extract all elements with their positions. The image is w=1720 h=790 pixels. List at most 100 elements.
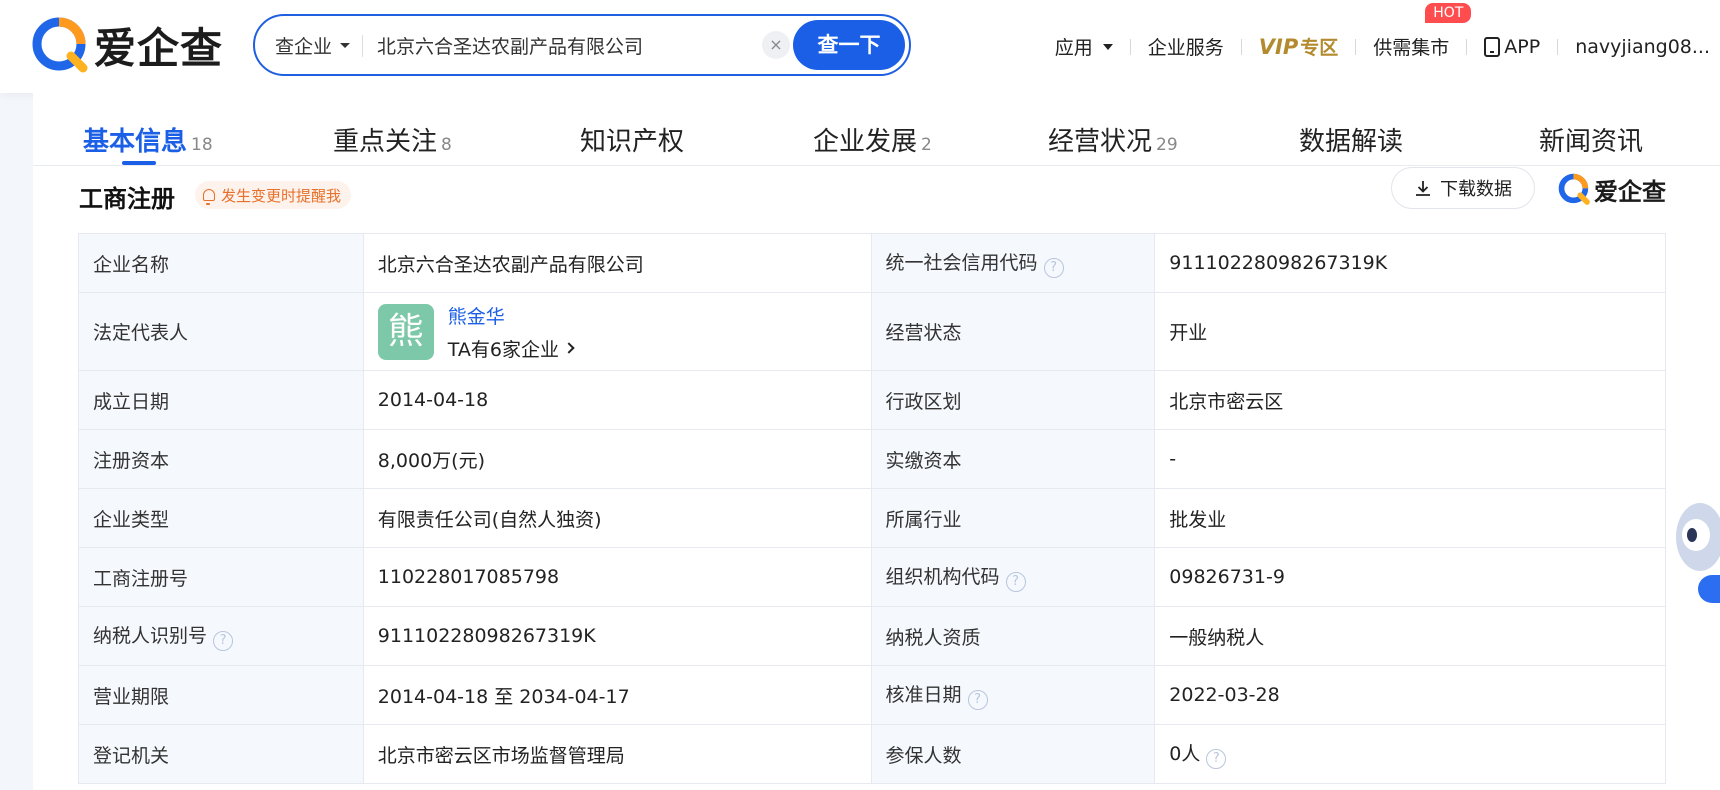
download-data-button[interactable]: 下载数据 — [1391, 167, 1535, 209]
table-row: 企业类型 有限责任公司(自然人独资) 所属行业 批发业 — [78, 488, 1666, 548]
tab-count: 8 — [441, 135, 452, 155]
paid-capital-value: - — [1154, 429, 1666, 489]
nav-apps[interactable]: 应用 — [1055, 33, 1113, 60]
active-tab-indicator — [122, 161, 156, 165]
insured-label: 参保人数 — [870, 724, 1156, 784]
tab-count: 29 — [1156, 135, 1178, 155]
hot-badge: HOT — [1425, 3, 1472, 23]
brand-text: 爱企查 — [1594, 177, 1666, 206]
avatar[interactable]: 熊 — [377, 303, 434, 360]
region-value: 北京市密云区 — [1154, 370, 1666, 430]
insured-cell: 0人? — [1154, 724, 1666, 784]
tab-development[interactable]: 企业发展 2 — [813, 121, 932, 158]
user-menu[interactable]: navyjiang08... — [1575, 36, 1710, 58]
question-icon[interactable]: ? — [213, 631, 234, 651]
search-button[interactable]: 查一下 — [793, 20, 905, 70]
founded-value: 2014-04-18 — [362, 370, 872, 430]
term-label: 营业期限 — [78, 665, 364, 725]
type-value: 有限责任公司(自然人独资) — [362, 488, 872, 548]
clear-icon[interactable]: × — [762, 31, 790, 59]
tab-news[interactable]: 新闻资讯 — [1539, 121, 1643, 158]
nav-vip-zone[interactable]: VIP 专区 — [1259, 33, 1338, 60]
tab-label: 数据解读 — [1299, 127, 1404, 157]
org-code-value: 09826731-9 — [1154, 547, 1666, 607]
divider — [362, 35, 363, 57]
reg-no-value: 110228017085798 — [362, 547, 872, 607]
divider — [1466, 38, 1468, 55]
tab-label: 经营状况 — [1048, 127, 1153, 157]
nav-enterprise-services-label: 企业服务 — [1147, 37, 1224, 59]
taxpayer-qual-label: 纳税人资质 — [870, 606, 1156, 666]
credit-code-label: 统一社会信用代码 — [885, 252, 1038, 274]
paid-capital-label: 实缴资本 — [870, 429, 1156, 489]
search-input[interactable] — [377, 16, 777, 74]
top-nav: 应用 企业服务 VIP 专区 供需集市 HOT APP navyjiang08.… — [1055, 0, 1710, 93]
table-row: 企业名称 北京六合圣达农副产品有限公司 统一社会信用代码? 9111022809… — [78, 233, 1666, 293]
capital-value: 8,000万(元) — [362, 429, 872, 489]
question-icon[interactable]: ? — [1043, 258, 1064, 278]
caret-down-icon — [1102, 43, 1113, 50]
phone-icon — [1484, 36, 1501, 57]
nav-enterprise-services[interactable]: 企业服务 — [1148, 33, 1224, 60]
status-label: 经营状态 — [870, 292, 1156, 371]
question-icon[interactable]: ? — [1206, 749, 1227, 769]
search-type-dropdown[interactable]: 查企业 — [275, 16, 351, 74]
nav-app[interactable]: APP — [1484, 36, 1540, 58]
tab-data-analysis[interactable]: 数据解读 — [1299, 121, 1403, 158]
related-companies-label: TA有6家企业 — [447, 338, 559, 361]
tab-basic-info[interactable]: 基本信息 18 — [83, 121, 213, 158]
tab-ip[interactable]: 知识产权 — [580, 121, 684, 158]
chevron-right-icon — [563, 342, 575, 354]
approval-label-cell: 核准日期? — [870, 665, 1156, 725]
legal-rep-cell: 熊 熊金华 TA有6家企业 — [362, 292, 872, 371]
site-logo[interactable]: 爱企查 — [30, 14, 223, 76]
legal-rep-name-link[interactable]: 熊金华 — [448, 302, 573, 329]
table-row: 登记机关 北京市密云区市场监督管理局 参保人数 0人? — [78, 724, 1666, 784]
table-row: 营业期限 2014-04-18 至 2034-04-17 核准日期? 2022-… — [78, 665, 1666, 725]
bell-icon — [203, 189, 215, 205]
table-row: 工商注册号 110228017085798 组织机构代码? 09826731-9 — [78, 547, 1666, 607]
company-name-value: 北京六合圣达农副产品有限公司 — [362, 233, 872, 293]
registration-table: 企业名称 北京六合圣达农副产品有限公司 统一社会信用代码? 9111022809… — [78, 233, 1666, 784]
divider — [1129, 38, 1131, 55]
taxpayer-id-value: 91110228098267319K — [362, 606, 872, 666]
company-name-label: 企业名称 — [78, 233, 364, 293]
org-code-label-cell: 组织机构代码? — [870, 547, 1156, 607]
taxpayer-qual-value: 一般纳税人 — [1154, 606, 1666, 666]
search-box: 查企业 × 查一下 — [253, 14, 911, 76]
question-icon[interactable]: ? — [1005, 572, 1026, 592]
remind-label: 发生变更时提醒我 — [221, 186, 342, 205]
change-remind-button[interactable]: 发生变更时提醒我 — [195, 181, 352, 209]
download-icon — [1416, 181, 1430, 196]
tab-operations[interactable]: 经营状况 29 — [1048, 121, 1178, 158]
search-type-label: 查企业 — [275, 35, 333, 58]
founded-label: 成立日期 — [78, 370, 364, 430]
nav-market[interactable]: 供需集市 HOT — [1373, 3, 1472, 60]
tab-label: 基本信息 — [83, 127, 188, 157]
question-icon[interactable]: ? — [967, 690, 988, 710]
industry-label: 所属行业 — [870, 488, 1156, 548]
nav-market-label: 供需集市 — [1373, 37, 1450, 59]
vip-zone-label: 专区 — [1300, 37, 1339, 59]
industry-value: 批发业 — [1154, 488, 1666, 548]
credit-code-label-cell: 统一社会信用代码? — [870, 233, 1156, 293]
related-companies-link[interactable]: TA有6家企业 — [447, 335, 575, 362]
company-info-card: 基本信息 18 重点关注 8 知识产权 企业发展 2 经营状况 29 数据解读 新闻资讯… — [33, 93, 1720, 790]
status-value: 开业 — [1154, 292, 1666, 371]
logo-mark-icon — [1558, 173, 1590, 205]
legal-rep-label: 法定代表人 — [78, 292, 364, 371]
tab-key-attention[interactable]: 重点关注 8 — [333, 121, 452, 158]
table-row: 法定代表人 熊 熊金华 TA有6家企业 经营状态 开业 — [78, 292, 1666, 371]
assistant-mascot-icon[interactable] — [1668, 495, 1720, 605]
tab-bar: 基本信息 18 重点关注 8 知识产权 企业发展 2 经营状况 29 数据解读 新闻资讯 — [33, 93, 1720, 166]
caret-down-icon — [340, 42, 351, 48]
divider — [1355, 38, 1357, 55]
reg-no-label: 工商注册号 — [78, 547, 364, 607]
taxpayer-id-label: 纳税人识别号 — [93, 625, 208, 647]
credit-code-value: 91110228098267319K — [1154, 233, 1666, 293]
capital-label: 注册资本 — [78, 429, 364, 489]
table-row: 纳税人识别号? 91110228098267319K 纳税人资质 一般纳税人 — [78, 606, 1666, 666]
logo-text: 爱企查 — [94, 23, 224, 73]
divider — [1240, 38, 1242, 55]
tab-label: 新闻资讯 — [1539, 127, 1644, 157]
